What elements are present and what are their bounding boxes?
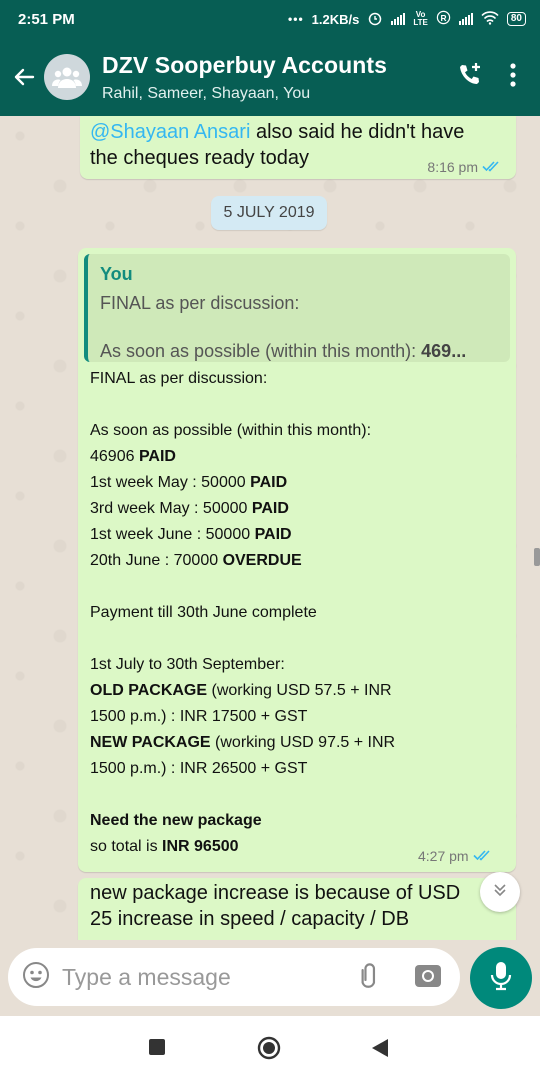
chevron-down-icon	[492, 882, 508, 903]
scrollbar[interactable]	[534, 548, 540, 566]
chat-participants: Rahil, Sameer, Shayaan, You	[102, 84, 311, 102]
message-line: 46906 PAID	[90, 448, 176, 465]
signal-icon	[391, 13, 406, 25]
message-bubble[interactable]: @Shayaan Ansari also said he didn't have…	[80, 116, 516, 179]
camera-icon[interactable]	[414, 962, 442, 993]
message-time: 8:16 pm	[427, 159, 478, 175]
quote-author: You	[100, 264, 133, 284]
message-line: NEW PACKAGE (working USD 97.5 + INR	[90, 734, 396, 751]
message-meta: 8:16 pm	[427, 154, 502, 180]
mic-button[interactable]	[470, 947, 532, 1009]
message-text: @Shayaan Ansari also said he didn't have	[90, 121, 465, 143]
message-line: FINAL as per discussion:	[90, 370, 268, 387]
message-text-line: new package increase is because of USD	[90, 882, 461, 904]
signal-2-icon	[458, 13, 473, 25]
message-line: 20th June : 70000 OVERDUE	[90, 552, 302, 569]
registered-icon: R	[436, 10, 451, 28]
system-nav-bar	[0, 1016, 540, 1080]
message-line: 1st week May : 50000 PAID	[90, 474, 288, 491]
chat-title: DZV Sooperbuy Accounts	[102, 51, 388, 78]
quote-text: FINAL as per discussion:	[100, 293, 300, 313]
chat-header: DZV Sooperbuy Accounts Rahil, Sameer, Sh…	[0, 38, 540, 116]
double-check-icon	[473, 848, 493, 864]
mic-icon	[490, 961, 512, 996]
message-line: 1st July to 30th September:	[90, 656, 285, 673]
message-line: 1500 p.m.) : INR 26500 + GST	[90, 760, 308, 777]
volte-icon: Vo LTE	[413, 10, 428, 27]
message-line	[90, 630, 395, 656]
message-line: 1500 p.m.) : INR 17500 + GST	[90, 708, 308, 725]
message-meta: 4:27 pm	[418, 848, 493, 864]
alarm-icon	[367, 10, 383, 29]
message-line: OLD PACKAGE (working USD 57.5 + INR	[90, 682, 392, 699]
quote-text-2: As soon as possible (within this month):…	[100, 341, 467, 361]
svg-text:R: R	[440, 13, 446, 23]
message-bubble[interactable]: new package increase is because of USD 2…	[78, 878, 516, 940]
date-divider: 5 JULY 2019	[211, 196, 327, 230]
more-vert-icon[interactable]	[510, 62, 516, 92]
add-call-icon[interactable]	[456, 61, 484, 94]
double-check-icon	[482, 154, 502, 180]
message-line: As soon as possible (within this month):	[90, 422, 372, 439]
attach-icon[interactable]	[354, 960, 384, 995]
message-time: 4:27 pm	[418, 848, 469, 864]
message-text-line: the cheques ready today	[90, 147, 310, 169]
status-icons: ••• 1.2KB/s Vo LTE R 80	[288, 10, 526, 29]
message-text-line: 25 increase in speed / capacity / DB	[90, 908, 410, 930]
message-text: FINAL as per discussion: As soon as possi…	[90, 370, 395, 864]
mention-link[interactable]: @Shayaan Ansari	[90, 121, 250, 143]
message-line: Need the new package	[90, 812, 262, 829]
scroll-down-button[interactable]	[480, 872, 520, 912]
nav-recents-icon[interactable]	[148, 1038, 166, 1061]
back-arrow-icon[interactable]	[4, 65, 44, 89]
quoted-message[interactable]: You FINAL as per discussion: As soon as …	[84, 254, 510, 362]
header-actions	[456, 61, 516, 94]
status-time: 2:51 PM	[18, 10, 75, 28]
status-bar: 2:51 PM ••• 1.2KB/s Vo LTE R 80	[0, 0, 540, 38]
compose-bar: Type a message	[0, 940, 540, 1016]
message-line	[90, 396, 395, 422]
message-input[interactable]: Type a message	[8, 948, 460, 1006]
wifi-icon	[481, 10, 499, 28]
message-line: 3rd week May : 50000 PAID	[90, 500, 289, 517]
message-placeholder: Type a message	[62, 963, 231, 990]
chat-area[interactable]: @Shayaan Ansari also said he didn't have…	[0, 116, 540, 940]
emoji-icon[interactable]	[22, 961, 50, 994]
network-speed: 1.2KB/s	[311, 11, 360, 27]
chat-title-block[interactable]: DZV Sooperbuy Accounts Rahil, Sameer, Sh…	[102, 52, 456, 103]
battery-icon: 80	[506, 12, 526, 26]
nav-back-icon[interactable]	[370, 1037, 390, 1064]
message-line: 1st week June : 50000 PAID	[90, 526, 292, 543]
nav-home-icon[interactable]	[257, 1036, 281, 1065]
message-line: Payment till 30th June complete	[90, 604, 317, 621]
message-line: so total is INR 96500	[90, 838, 239, 855]
message-line	[90, 786, 395, 812]
message-line	[90, 578, 395, 604]
group-avatar-icon[interactable]	[44, 54, 90, 100]
notification-dots: •••	[288, 12, 304, 26]
